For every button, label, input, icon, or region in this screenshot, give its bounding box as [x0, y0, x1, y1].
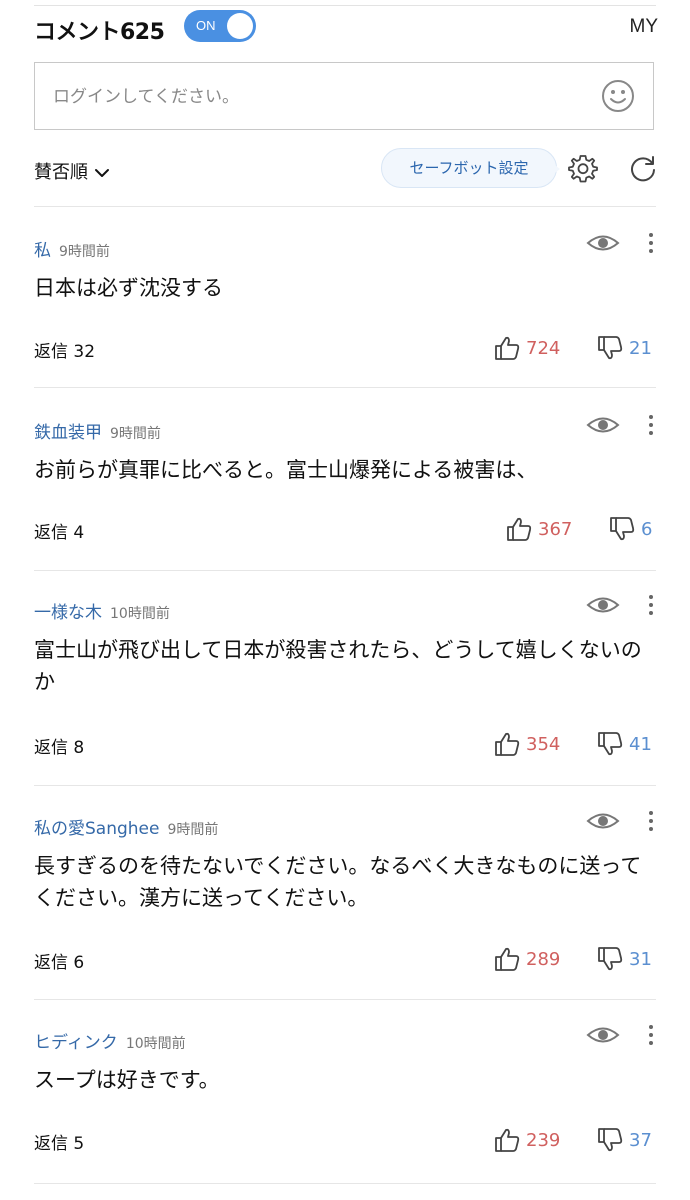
- comment-text: スープは好きです。: [34, 1068, 220, 1092]
- comment-actions: 返信 32 724 21: [34, 335, 658, 363]
- divider: [34, 1183, 656, 1184]
- safebot-settings-button[interactable]: セーフボット設定: [381, 148, 557, 188]
- comment-author[interactable]: 一様な木: [34, 603, 102, 623]
- eye-icon[interactable]: [586, 412, 620, 438]
- thumbs-up-icon: [495, 732, 520, 756]
- comment-actions: 返信 6 289 31: [34, 946, 658, 974]
- sort-bar: 賛否順 セーフボット設定: [34, 148, 658, 192]
- more-options-icon[interactable]: [646, 1022, 656, 1048]
- like-count: 239: [526, 1129, 561, 1151]
- toggle-label: ON: [196, 18, 216, 33]
- thumbs-down-icon: [598, 947, 623, 971]
- dislike-count: 37: [629, 1129, 652, 1151]
- comment-time: 10時間前: [125, 1036, 186, 1052]
- thumbs-up-icon: [495, 947, 520, 971]
- comment-meta: 鉄血装甲 9時間前: [34, 418, 161, 443]
- my-link[interactable]: MY: [630, 16, 659, 38]
- divider: [34, 206, 656, 207]
- dislike-button[interactable]: 6: [609, 516, 652, 544]
- emoji-icon[interactable]: [601, 79, 635, 113]
- dislike-button[interactable]: 37: [597, 1127, 652, 1155]
- comment-text: 日本は必ず沈没する: [34, 276, 223, 300]
- thumbs-down-icon: [598, 732, 623, 756]
- sort-label: 賛否順: [34, 162, 88, 183]
- thumbs-up-icon: [495, 1128, 520, 1152]
- more-options-icon[interactable]: [646, 592, 656, 618]
- eye-icon[interactable]: [586, 230, 620, 256]
- thumbs-up-icon: [507, 517, 532, 541]
- like-count: 354: [526, 733, 561, 755]
- more-options-icon[interactable]: [646, 230, 656, 256]
- comment-meta: ヒディンク 10時間前: [34, 1028, 186, 1053]
- like-count: 367: [538, 518, 573, 540]
- comment-input-box: [34, 62, 654, 131]
- dislike-button[interactable]: 31: [597, 946, 652, 974]
- dislike-button[interactable]: 21: [597, 335, 652, 363]
- chevron-down-icon: [95, 169, 109, 177]
- like-button[interactable]: 724: [494, 335, 560, 363]
- comment-actions: 返信 5 239 37: [34, 1127, 658, 1155]
- comment-actions: 返信 8 354 41: [34, 731, 658, 759]
- like-button[interactable]: 239: [494, 1127, 560, 1155]
- comment-time: 9時間前: [110, 426, 161, 442]
- divider: [34, 570, 656, 571]
- comment-meta: 一様な木 10時間前: [34, 598, 170, 623]
- comment-text: お前らが真罪に比べると。富士山爆発による被害は、: [34, 458, 538, 482]
- dislike-count: 41: [629, 733, 652, 755]
- like-button[interactable]: 354: [494, 731, 560, 759]
- comment-count-title: コメント625: [34, 20, 165, 45]
- like-count: 289: [526, 948, 561, 970]
- divider: [34, 785, 656, 786]
- comment-input[interactable]: [51, 63, 595, 131]
- like-button[interactable]: 289: [494, 946, 560, 974]
- toggle-knob: [227, 13, 253, 39]
- reply-button[interactable]: 返信 5: [34, 1129, 84, 1154]
- top-divider: [34, 5, 656, 6]
- more-options-icon[interactable]: [646, 808, 656, 834]
- dislike-count: 31: [629, 948, 652, 970]
- eye-icon[interactable]: [586, 592, 620, 618]
- comment-actions: 返信 4 367 6: [34, 516, 658, 544]
- like-count: 724: [526, 337, 561, 359]
- comment-header: コメント625 ON MY: [34, 8, 658, 48]
- sort-dropdown[interactable]: 賛否順: [34, 158, 110, 184]
- reply-button[interactable]: 返信 32: [34, 337, 95, 362]
- eye-icon[interactable]: [586, 808, 620, 834]
- thumbs-down-icon: [598, 1128, 623, 1152]
- comment-author[interactable]: ヒディンク: [34, 1033, 118, 1053]
- dislike-button[interactable]: 41: [597, 731, 652, 759]
- thumbs-up-icon: [495, 336, 520, 360]
- bubble-tail: [551, 162, 560, 176]
- comment-time: 9時間前: [59, 244, 110, 260]
- comment-time: 9時間前: [167, 822, 219, 838]
- refresh-icon[interactable]: [628, 154, 658, 184]
- comment-time: 10時間前: [110, 606, 170, 622]
- reply-button[interactable]: 返信 6: [34, 948, 84, 973]
- comment-author[interactable]: 私: [34, 241, 51, 261]
- comment-text: 長すぎるのを待たないでください。なるべく大きなものに送ってください。漢方に送って…: [34, 854, 642, 910]
- divider: [34, 999, 656, 1000]
- dislike-count: 6: [641, 518, 653, 540]
- divider: [34, 387, 656, 388]
- comment-meta: 私の愛Sanghee 9時間前: [34, 814, 219, 839]
- thumbs-down-icon: [598, 336, 623, 360]
- more-options-icon[interactable]: [646, 412, 656, 438]
- dislike-count: 21: [629, 337, 652, 359]
- eye-icon[interactable]: [586, 1022, 620, 1048]
- like-button[interactable]: 367: [506, 516, 572, 544]
- comment-author[interactable]: 鉄血装甲: [34, 423, 102, 443]
- comment-meta: 私 9時間前: [34, 236, 110, 261]
- reply-button[interactable]: 返信 4: [34, 518, 84, 543]
- comments-toggle[interactable]: ON: [184, 10, 256, 42]
- comment-text: 富士山が飛び出して日本が殺害されたら、どうして嬉しくないのか: [34, 638, 642, 694]
- comment-author[interactable]: 私の愛Sanghee: [34, 819, 159, 839]
- thumbs-down-icon: [610, 517, 635, 541]
- reply-button[interactable]: 返信 8: [34, 733, 84, 758]
- gear-icon[interactable]: [568, 153, 598, 183]
